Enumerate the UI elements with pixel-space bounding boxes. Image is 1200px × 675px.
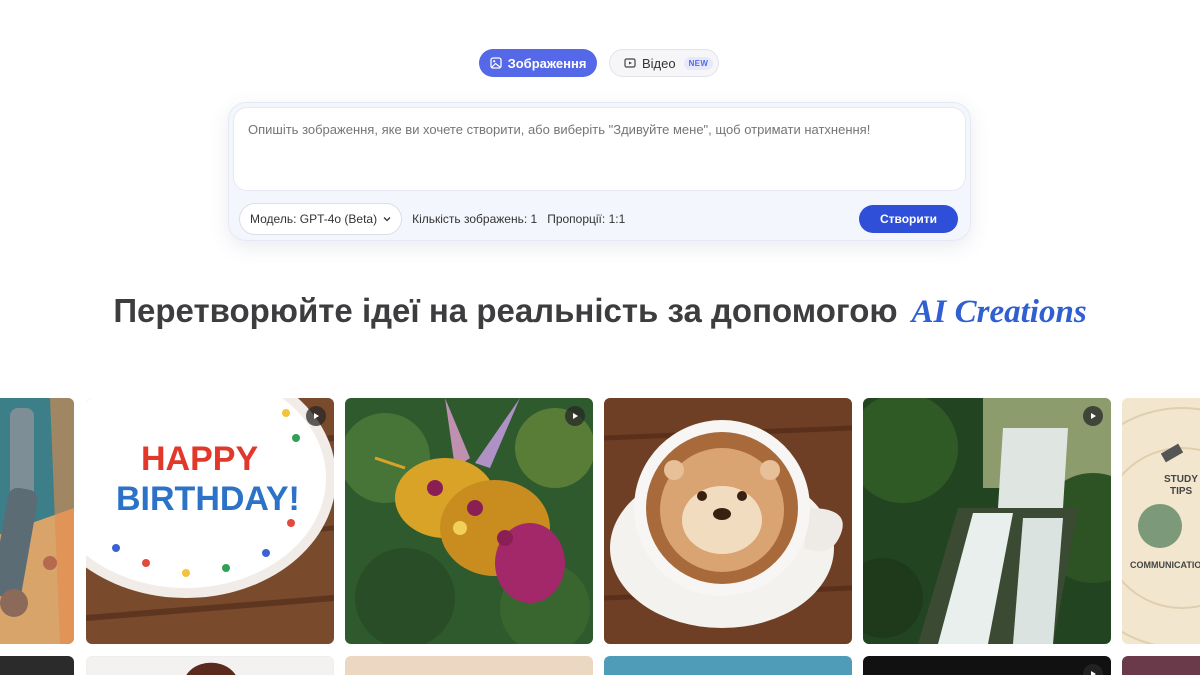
gallery-tile-forest-waterfall[interactable] bbox=[863, 398, 1111, 644]
heading-main: Перетворюйте ідеї на реальність за допом… bbox=[113, 292, 898, 329]
gallery-tile-row2-6[interactable] bbox=[1122, 656, 1200, 675]
play-icon[interactable] bbox=[1083, 664, 1103, 675]
birthday-cake-image: HAPPY BIRTHDAY! bbox=[86, 398, 334, 644]
poster-text-communication: COMMUNICATION bbox=[1130, 560, 1200, 570]
gallery-tile-row2-2[interactable] bbox=[86, 656, 334, 675]
play-icon[interactable] bbox=[306, 406, 326, 426]
gallery-tile-study-tips[interactable]: STUDY TIPS COMMUNICATION bbox=[1122, 398, 1200, 644]
chevron-down-icon bbox=[383, 216, 391, 222]
poster-text-tips: TIPS bbox=[1170, 486, 1193, 497]
model-select[interactable]: Модель: GPT-4o (Beta) bbox=[239, 203, 403, 235]
tab-image[interactable]: Зображення bbox=[479, 49, 597, 77]
gallery-tile-flower-bee[interactable] bbox=[345, 398, 593, 644]
prompt-card: Модель: GPT-4o (Beta) Кількість зображен… bbox=[228, 102, 971, 241]
forest-waterfall-image bbox=[863, 398, 1111, 644]
tab-video[interactable]: Відео NEW bbox=[609, 49, 719, 77]
otter-latte-image bbox=[604, 398, 852, 644]
image-count-select[interactable]: Кількість зображень: 1 bbox=[412, 212, 537, 226]
tab-image-label: Зображення bbox=[507, 55, 587, 71]
model-select-label: Модель: GPT-4o (Beta) bbox=[250, 212, 378, 226]
gallery-tile-row2-4[interactable] bbox=[604, 656, 852, 675]
new-badge: NEW bbox=[683, 56, 714, 70]
page-heading: Перетворюйте ідеї на реальність за допом… bbox=[0, 292, 1200, 331]
tab-video-label: Відео bbox=[642, 55, 676, 71]
poster-text-study: STUDY bbox=[1164, 474, 1198, 485]
create-button[interactable]: Створити bbox=[859, 205, 958, 233]
portrait-image bbox=[186, 662, 236, 675]
robot-arm-image bbox=[0, 398, 74, 644]
play-icon[interactable] bbox=[1083, 406, 1103, 426]
gallery-tile-otter-latte[interactable] bbox=[604, 398, 852, 644]
heading-accent: AI Creations bbox=[911, 294, 1087, 330]
flower-bee-image bbox=[345, 398, 593, 644]
video-icon bbox=[624, 57, 636, 69]
study-tips-poster-image: STUDY TIPS COMMUNICATION bbox=[1122, 398, 1200, 644]
image-icon bbox=[489, 57, 502, 69]
gallery-tile-robot-arm[interactable] bbox=[0, 398, 74, 644]
play-icon[interactable] bbox=[565, 406, 585, 426]
cake-text-birthday: BIRTHDAY! bbox=[116, 480, 300, 518]
gallery-tile-row2-3[interactable] bbox=[345, 656, 593, 675]
gallery-tile-row2-5[interactable] bbox=[863, 656, 1111, 675]
aspect-ratio-select[interactable]: Пропорції: 1:1 bbox=[547, 212, 625, 226]
gallery-tile-birthday-cake[interactable]: HAPPY BIRTHDAY! bbox=[86, 398, 334, 644]
prompt-input[interactable] bbox=[233, 107, 966, 191]
gallery-tile-row2-1[interactable] bbox=[0, 656, 74, 675]
cake-text-happy: HAPPY bbox=[141, 440, 258, 478]
prompt-controls: Модель: GPT-4o (Beta) Кількість зображен… bbox=[239, 203, 958, 235]
mode-tabs: Зображення Відео NEW bbox=[479, 49, 719, 77]
